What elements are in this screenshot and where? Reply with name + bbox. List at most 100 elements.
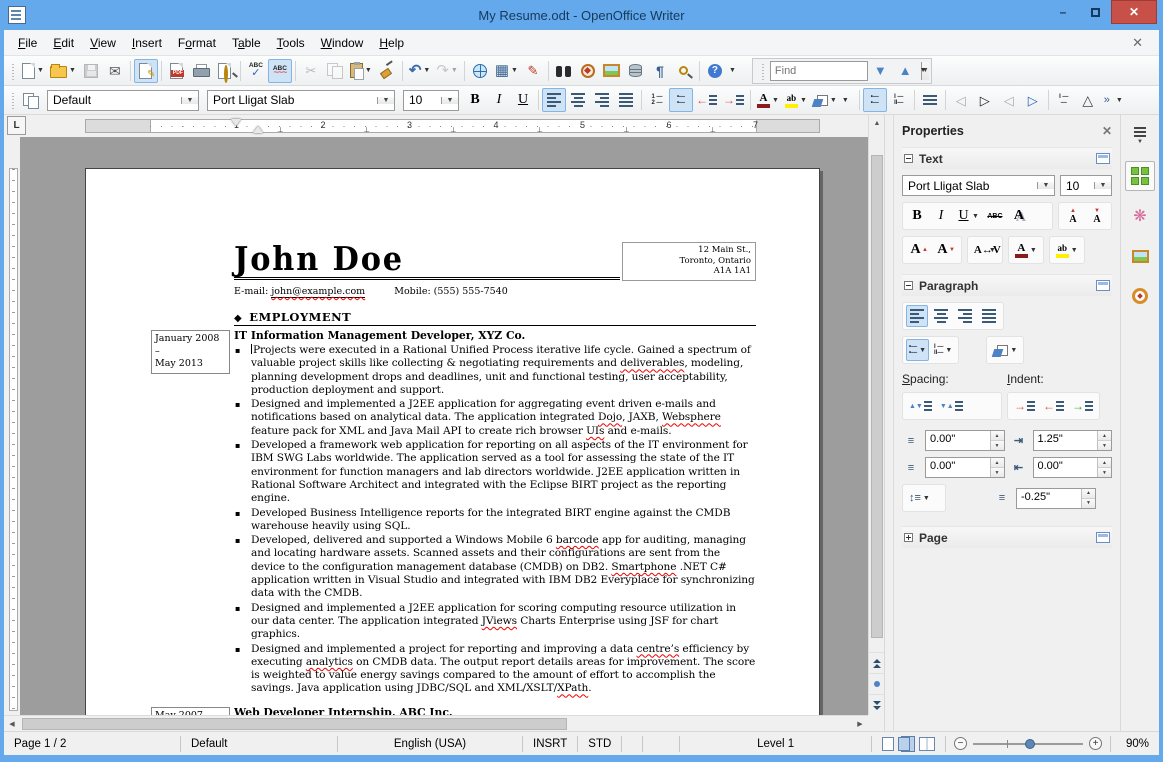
sidebar-justify-button[interactable] xyxy=(978,305,1000,327)
menu-window[interactable]: Window xyxy=(313,33,372,53)
vertical-scroll-thumb[interactable] xyxy=(871,155,883,638)
vertical-scrollbar[interactable]: ▲ xyxy=(868,115,885,715)
book-view-button[interactable] xyxy=(919,736,935,751)
formatting-marks-button[interactable]: ¶ xyxy=(648,59,672,83)
bn-bullets-button[interactable]: •— •— xyxy=(862,88,887,112)
navigation-button[interactable] xyxy=(869,673,885,694)
close-button[interactable]: ✕ xyxy=(1111,0,1157,24)
sidebar-underline-button[interactable]: U ▼ xyxy=(954,205,982,227)
zoom-slider-track[interactable] xyxy=(973,738,1083,749)
font-color-button[interactable]: A ▼ xyxy=(754,88,782,112)
menu-table[interactable]: Table xyxy=(224,33,269,53)
menu-edit[interactable]: Edit xyxy=(45,33,82,53)
stepper[interactable]: ▲ ▼ xyxy=(1097,431,1111,450)
increase-paragraph-spacing-button[interactable]: ▲▼ xyxy=(906,395,935,417)
bn-numbering-button[interactable]: I — II— xyxy=(887,88,911,112)
toolbar-overflow-button[interactable]: ▼ xyxy=(729,67,736,74)
status-insert-mode[interactable]: INSRT xyxy=(523,738,577,750)
copy-button[interactable] xyxy=(323,59,347,83)
increase-indent-button[interactable]: → xyxy=(720,88,747,112)
open-button[interactable]: ▼ xyxy=(47,59,79,83)
first-line-indent-marker[interactable] xyxy=(231,119,241,126)
chevron-down-icon[interactable]: ▼ xyxy=(181,96,198,104)
font-size-combo[interactable]: 10 ▼ xyxy=(403,89,459,111)
uppercase-button[interactable]: A ▲ xyxy=(906,239,931,261)
menu-format[interactable]: Format xyxy=(170,33,224,53)
menu-tools[interactable]: Tools xyxy=(269,33,313,53)
scroll-left-button[interactable]: ◀ xyxy=(4,716,20,732)
edit-file-button[interactable]: ✎ xyxy=(133,58,158,83)
collapse-icon[interactable] xyxy=(904,281,913,290)
zoom-out-button[interactable]: − xyxy=(954,737,967,750)
close-document-button[interactable]: ✕ xyxy=(1122,35,1153,51)
tab-properties[interactable] xyxy=(1125,161,1155,191)
first-line-indent-field[interactable]: -0.25" ▲ ▼ xyxy=(1016,487,1096,509)
decrease-indent-button[interactable]: ← xyxy=(693,88,720,112)
character-spacing-button[interactable]: A↔V ▼ xyxy=(971,239,1001,261)
toolbar-grip[interactable] xyxy=(10,61,15,80)
insert-unnumbered-entry-button[interactable]: I — — xyxy=(1052,88,1076,112)
sidebar-menu-button[interactable]: ▼ xyxy=(1125,121,1155,151)
paragraph-dialog-launcher-icon[interactable] xyxy=(1096,280,1110,291)
sidebar-numbering-button[interactable]: I — II— ▼ xyxy=(931,339,955,361)
sidebar-increase-indent-button[interactable]: → xyxy=(1011,395,1038,417)
gallery-button[interactable] xyxy=(600,59,624,83)
table-button[interactable]: ▦ ▼ xyxy=(492,59,521,83)
align-right-button[interactable] xyxy=(590,88,614,112)
print-button[interactable] xyxy=(189,59,213,83)
horizontal-ruler[interactable]: 1 2 3 4 5 6 7 ⊥ ⊥ ⊥ ⊥ ⊥ ⊥ xyxy=(20,117,868,135)
sidebar-highlighting-button[interactable]: ab ▼ xyxy=(1053,239,1081,261)
numbering-off-button[interactable] xyxy=(918,88,942,112)
email-button[interactable]: ✉ xyxy=(103,59,127,83)
maximize-button[interactable] xyxy=(1079,0,1111,24)
toolbar-grip[interactable] xyxy=(10,91,15,109)
toolbar-overflow-button[interactable]: ▼ xyxy=(842,97,849,104)
align-left-button[interactable] xyxy=(542,88,566,112)
redo-button[interactable]: ↷ ▼ xyxy=(433,59,461,83)
paste-button[interactable]: ▼ xyxy=(347,59,375,83)
minimize-button[interactable]: – xyxy=(1047,0,1079,24)
document-page[interactable]: John Doe 12 Main St., Toronto, Ontario A1A… xyxy=(85,168,820,715)
underline-button[interactable]: U xyxy=(511,88,535,112)
scroll-up-button[interactable]: ▲ xyxy=(869,115,885,131)
italic-button[interactable]: I xyxy=(487,88,511,112)
expand-icon[interactable] xyxy=(904,533,913,542)
cut-button[interactable]: ✂ xyxy=(299,59,323,83)
auto-spellcheck-button[interactable]: ABC ~~~ xyxy=(267,58,292,83)
zoom-slider-thumb[interactable] xyxy=(1025,738,1035,749)
bold-button[interactable]: B xyxy=(463,88,487,112)
chevron-down-icon[interactable]: ▼ xyxy=(441,96,458,104)
strikethrough-button[interactable]: ABC xyxy=(984,205,1006,227)
chevron-down-icon[interactable]: ▼ xyxy=(377,96,394,104)
navigator-button[interactable] xyxy=(576,59,600,83)
job-date-frame[interactable]: May 2007 –August 2007 xyxy=(151,706,230,715)
find-previous-button[interactable]: ▲ xyxy=(893,63,918,78)
line-spacing-button[interactable]: ↕≡ ▼ xyxy=(906,487,933,509)
move-up-button[interactable]: △ xyxy=(1076,88,1100,112)
chevron-down-icon[interactable]: ▼ xyxy=(1037,182,1054,189)
menu-help[interactable]: Help xyxy=(371,33,412,53)
sidebar-align-center-button[interactable] xyxy=(930,305,952,327)
save-button[interactable] xyxy=(79,59,103,83)
status-language[interactable]: English (USA) xyxy=(338,738,522,750)
status-page-number[interactable]: Page 1 / 2 xyxy=(4,738,180,750)
page-preview-button[interactable] xyxy=(213,59,237,83)
decrease-paragraph-spacing-button[interactable]: ▼▲ xyxy=(937,395,966,417)
promote-level-button[interactable]: ◁ xyxy=(949,88,973,112)
toolbar-overflow-button[interactable]: ▼ xyxy=(1116,97,1123,104)
sidebar-align-right-button[interactable] xyxy=(954,305,976,327)
styles-button[interactable] xyxy=(19,88,43,112)
status-zoom-percent[interactable]: 90% xyxy=(1111,738,1159,750)
data-sources-button[interactable] xyxy=(624,59,648,83)
paragraph-background-button[interactable]: ▼ xyxy=(990,339,1020,361)
sidebar-font-name-combo[interactable]: Port Lligat Slab ▼ xyxy=(902,175,1055,196)
email-link[interactable]: john@example.com xyxy=(271,286,366,298)
demote-with-subpoints-button[interactable]: ▷ xyxy=(1021,88,1045,112)
next-page-button[interactable] xyxy=(869,694,885,715)
chevron-down-icon[interactable]: ▼ xyxy=(1094,182,1111,189)
background-color-button[interactable]: ▼ xyxy=(810,88,840,112)
font-name-combo[interactable]: Port Lligat Slab ▼ xyxy=(207,89,395,111)
above-paragraph-spacing-field[interactable]: 0.00" ▲ ▼ xyxy=(925,430,1005,451)
left-indent-marker[interactable] xyxy=(253,126,263,133)
horizontal-scroll-thumb[interactable] xyxy=(22,718,567,730)
